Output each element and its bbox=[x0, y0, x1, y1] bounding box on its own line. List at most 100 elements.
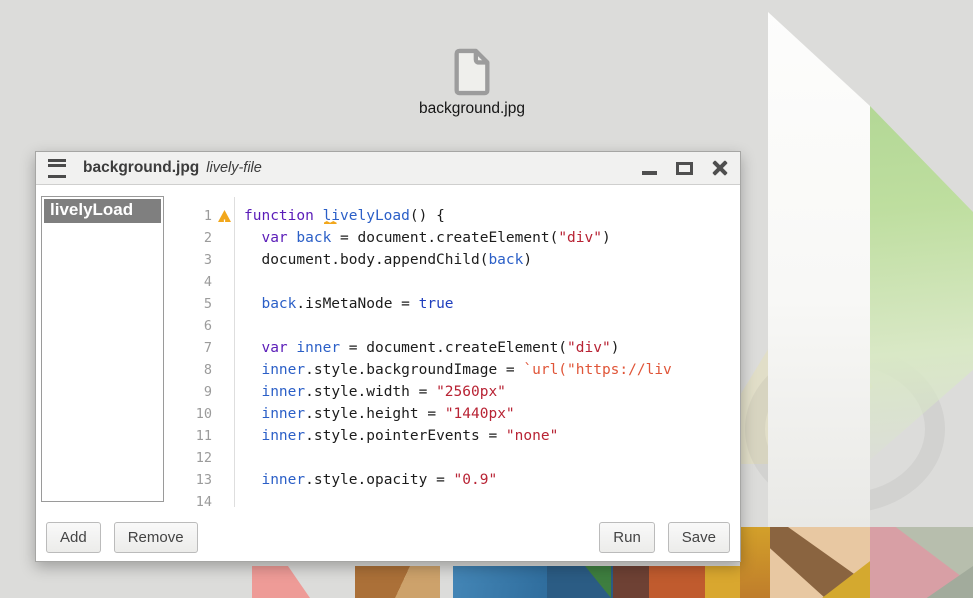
code-token: document.body.appendChild( bbox=[244, 252, 488, 268]
button-bar: Add Remove Run Save bbox=[36, 522, 740, 553]
code-token: back bbox=[261, 296, 296, 312]
window-title: background.jpg bbox=[83, 159, 199, 177]
window-titlebar[interactable]: background.jpg lively-file bbox=[36, 152, 740, 185]
wallpaper-orange-shape bbox=[649, 566, 705, 598]
code-token: .style.pointerEvents = bbox=[305, 428, 506, 444]
code-line: 10 inner.style.height = "1440px" bbox=[186, 403, 739, 425]
code-token: inner bbox=[261, 428, 305, 444]
code-token bbox=[314, 208, 323, 224]
code-token: back bbox=[488, 252, 523, 268]
code-token: "div" bbox=[558, 230, 602, 246]
code-text: var inner = document.createElement("div"… bbox=[234, 337, 619, 359]
code-token: "0.9" bbox=[454, 472, 498, 488]
function-list[interactable]: livelyLoad bbox=[41, 196, 164, 502]
code-token: livelyLoad bbox=[323, 208, 410, 224]
window-title-type: lively-file bbox=[206, 160, 262, 176]
code-text: back.isMetaNode = true bbox=[234, 293, 454, 315]
code-token: "2560px" bbox=[436, 384, 506, 400]
menu-icon[interactable] bbox=[48, 159, 66, 178]
code-line: 1 function livelyLoad() { bbox=[186, 205, 739, 227]
gutter-icon-slot bbox=[212, 249, 234, 271]
code-text: inner.style.width = "2560px" bbox=[234, 381, 506, 403]
code-line: 7 var inner = document.createElement("di… bbox=[186, 337, 739, 359]
gutter-icon-slot bbox=[212, 271, 234, 293]
gutter-icon-slot bbox=[212, 359, 234, 381]
gutter-icon-slot bbox=[212, 381, 234, 403]
gutter-icon-slot bbox=[212, 293, 234, 315]
code-token: inner bbox=[261, 362, 305, 378]
gutter-icon-slot bbox=[212, 205, 234, 227]
add-button[interactable]: Add bbox=[46, 522, 101, 553]
code-line: 14 bbox=[186, 491, 739, 507]
code-text: inner.style.height = "1440px" bbox=[234, 403, 515, 425]
close-button[interactable] bbox=[712, 160, 728, 176]
code-line: 4 bbox=[186, 271, 739, 293]
code-line: 13 inner.style.opacity = "0.9" bbox=[186, 469, 739, 491]
code-token: ) bbox=[602, 230, 611, 246]
file-document-icon bbox=[449, 48, 495, 96]
code-token: inner bbox=[261, 472, 305, 488]
line-number: 14 bbox=[186, 491, 212, 507]
wallpaper-pink-block bbox=[870, 527, 973, 598]
code-token: .style.opacity = bbox=[305, 472, 453, 488]
code-token: function bbox=[244, 208, 314, 224]
run-button[interactable]: Run bbox=[599, 522, 655, 553]
gutter-icon-slot bbox=[212, 227, 234, 249]
desktop: background.jpg background.jpg lively-fil… bbox=[0, 0, 973, 598]
code-token: "1440px" bbox=[445, 406, 515, 422]
code-token: "div" bbox=[567, 340, 611, 356]
code-token bbox=[244, 230, 261, 246]
line-number: 8 bbox=[186, 359, 212, 381]
code-token bbox=[244, 340, 261, 356]
gutter-icon-slot bbox=[212, 491, 234, 507]
wallpaper-tan-shape bbox=[770, 527, 870, 598]
code-token: = document.createElement( bbox=[331, 230, 558, 246]
code-token: var bbox=[261, 340, 287, 356]
code-token: ) bbox=[523, 252, 532, 268]
wallpaper-bottom-strip-right bbox=[740, 527, 973, 598]
code-line: 11 inner.style.pointerEvents = "none" bbox=[186, 425, 739, 447]
line-number: 7 bbox=[186, 337, 212, 359]
gutter-icon-slot bbox=[212, 315, 234, 337]
gutter-icon-slot bbox=[212, 469, 234, 491]
code-editor[interactable]: 1function livelyLoad() {2 var back = doc… bbox=[186, 197, 739, 507]
window-body: livelyLoad 1function livelyLoad() {2 var… bbox=[36, 185, 740, 560]
code-text: function livelyLoad() { bbox=[234, 205, 445, 227]
code-token: `url("https://liv bbox=[523, 362, 671, 378]
code-token: var bbox=[261, 230, 287, 246]
minimize-button[interactable] bbox=[642, 162, 657, 175]
code-line: 9 inner.style.width = "2560px" bbox=[186, 381, 739, 403]
code-token bbox=[244, 296, 261, 312]
code-lines: 1function livelyLoad() {2 var back = doc… bbox=[186, 197, 739, 507]
line-number: 11 bbox=[186, 425, 212, 447]
line-number: 5 bbox=[186, 293, 212, 315]
save-button[interactable]: Save bbox=[668, 522, 730, 553]
code-line: 2 var back = document.createElement("div… bbox=[186, 227, 739, 249]
code-text: inner.style.pointerEvents = "none" bbox=[234, 425, 558, 447]
code-token: inner bbox=[261, 384, 305, 400]
remove-button[interactable]: Remove bbox=[114, 522, 198, 553]
function-list-item-livelyload[interactable]: livelyLoad bbox=[44, 199, 161, 223]
code-token bbox=[244, 472, 261, 488]
code-token: .style.backgroundImage = bbox=[305, 362, 523, 378]
code-text: document.body.appendChild(back) bbox=[234, 249, 532, 271]
code-token: inner bbox=[296, 340, 340, 356]
line-number: 3 bbox=[186, 249, 212, 271]
code-token: back bbox=[296, 230, 331, 246]
desktop-file-icon[interactable]: background.jpg bbox=[382, 48, 562, 118]
line-number: 1 bbox=[186, 205, 212, 227]
gutter-icon-slot bbox=[212, 337, 234, 359]
code-token: () { bbox=[410, 208, 445, 224]
code-text: inner.style.backgroundImage = `url("http… bbox=[234, 359, 672, 381]
gutter-icon-slot bbox=[212, 447, 234, 469]
warning-icon bbox=[218, 210, 231, 222]
code-line: 5 back.isMetaNode = true bbox=[186, 293, 739, 315]
code-line: 12 bbox=[186, 447, 739, 469]
wallpaper-brown-shape bbox=[355, 566, 440, 598]
code-token bbox=[244, 362, 261, 378]
line-number: 6 bbox=[186, 315, 212, 337]
code-token bbox=[244, 384, 261, 400]
maximize-button[interactable] bbox=[676, 162, 693, 175]
line-number: 2 bbox=[186, 227, 212, 249]
line-number: 13 bbox=[186, 469, 212, 491]
